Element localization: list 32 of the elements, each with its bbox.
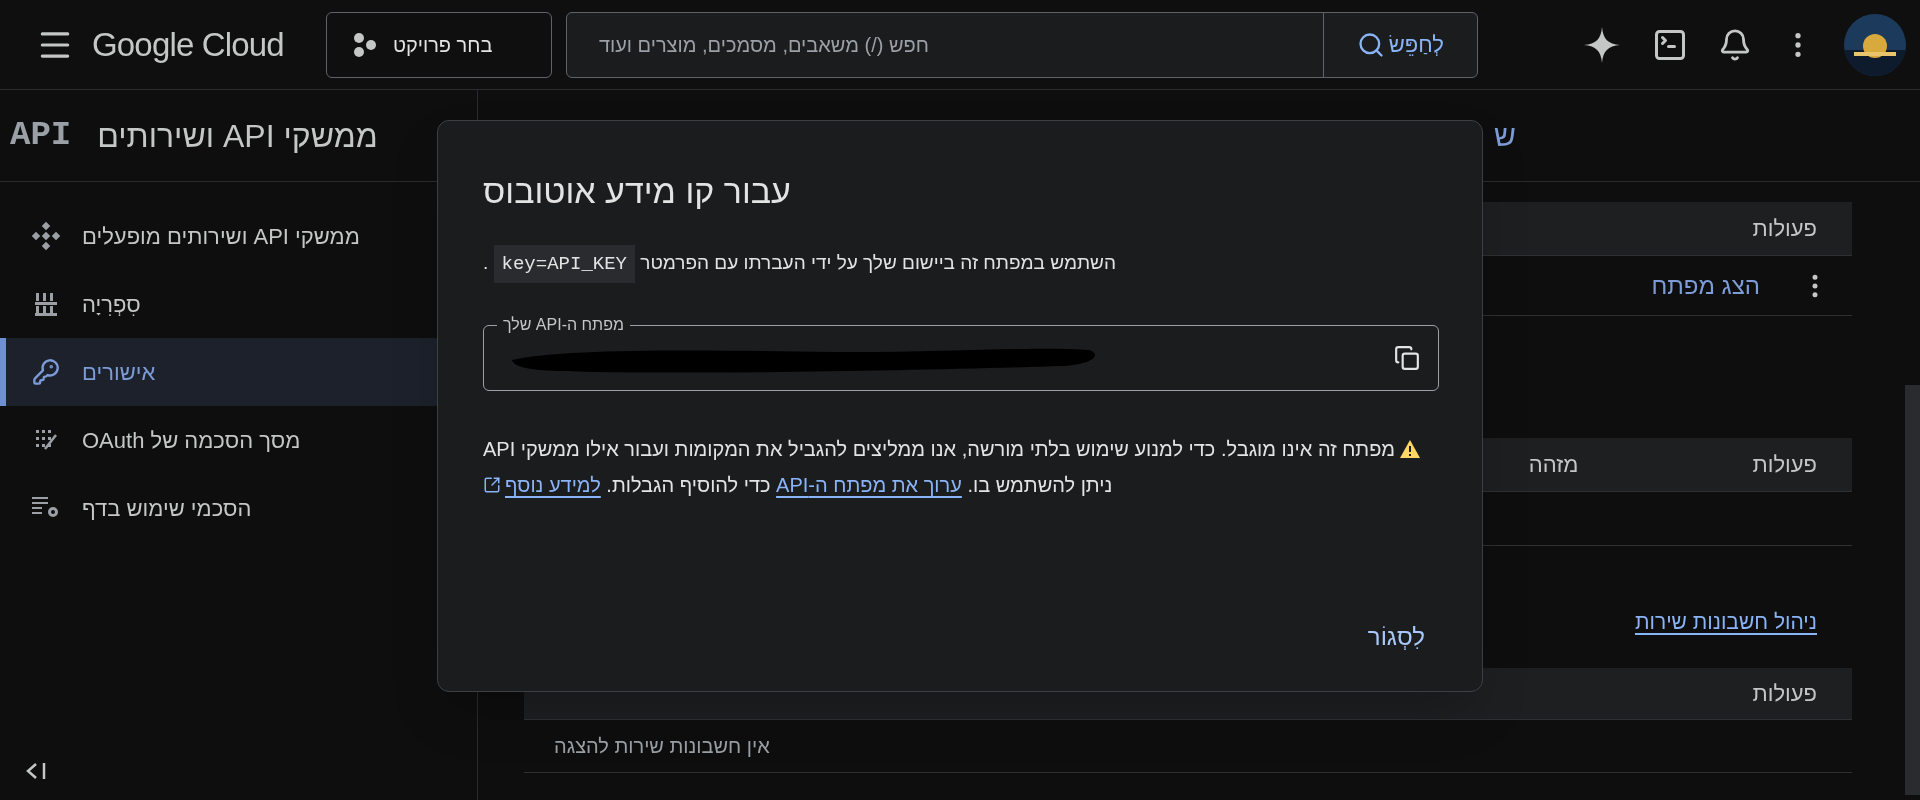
logo[interactable]: Google Cloud xyxy=(92,19,284,70)
diamond-dots-icon xyxy=(31,221,61,251)
inline-link[interactable]: ערוך את מפתח ה-API xyxy=(776,474,962,496)
search-icon xyxy=(1356,30,1385,59)
scrollbar[interactable] xyxy=(1905,385,1920,795)
warning-message: מפתח זה אינו מוגבל. כדי למנוע שימוש בלתי מורשה, אנו ממליצים להגביל את המקומות ועבור אילו ממשקי API ניתן להשתמש בו. ערוך את מפתח ה-API כדי להוסיף הגבלות. למידע נוסף xyxy=(483,431,1437,503)
sidebar-item[interactable]: ממשקי API ושירותים מופעלים xyxy=(0,202,477,270)
sidebar-item[interactable]: סִפְרִיָה xyxy=(0,270,477,338)
project-picker-button[interactable]: בחר פרויקט xyxy=(325,11,552,78)
manage-service-accounts-link[interactable]: ניהול חשבונות שירות xyxy=(1634,606,1817,638)
copy-icon[interactable] xyxy=(1394,345,1420,371)
search-button[interactable]: לְחַפֵּשׂ xyxy=(1322,12,1477,77)
search-field[interactable]: חפש (/) משאבים, מסמכים, מוצרים ועוד לְחַפֵּשׂ xyxy=(565,11,1478,78)
page-title: ש xyxy=(1494,118,1516,154)
empty-table-message: אין חשבונות שירות להצגה xyxy=(554,734,770,759)
bell-icon[interactable] xyxy=(1718,27,1752,62)
columns-icon xyxy=(33,291,59,317)
sidebar-title: ממשקי API ושירותים xyxy=(97,116,378,156)
api-label: API xyxy=(10,115,72,156)
sidebar-item[interactable]: מסך הסכמה של OAuth xyxy=(0,406,477,474)
column-header: פעולות xyxy=(1752,451,1817,479)
dialog-title: עבור קו מידע אוטובוס xyxy=(483,172,791,210)
inline-link[interactable]: למידע נוסף xyxy=(483,474,601,496)
close-button[interactable]: לִסְגוֹר xyxy=(1355,611,1437,663)
column-header: מזהה xyxy=(1528,451,1579,479)
external-link-icon xyxy=(483,476,501,494)
column-header: פעולות xyxy=(1752,680,1817,708)
warning-icon xyxy=(1399,439,1422,459)
column-header: פעולות xyxy=(1752,215,1817,243)
key-icon xyxy=(32,358,60,386)
show-key-link[interactable]: הצג מפתח xyxy=(1651,267,1760,304)
sidebar-item[interactable]: הסכמי שימוש בדף xyxy=(0,474,477,542)
